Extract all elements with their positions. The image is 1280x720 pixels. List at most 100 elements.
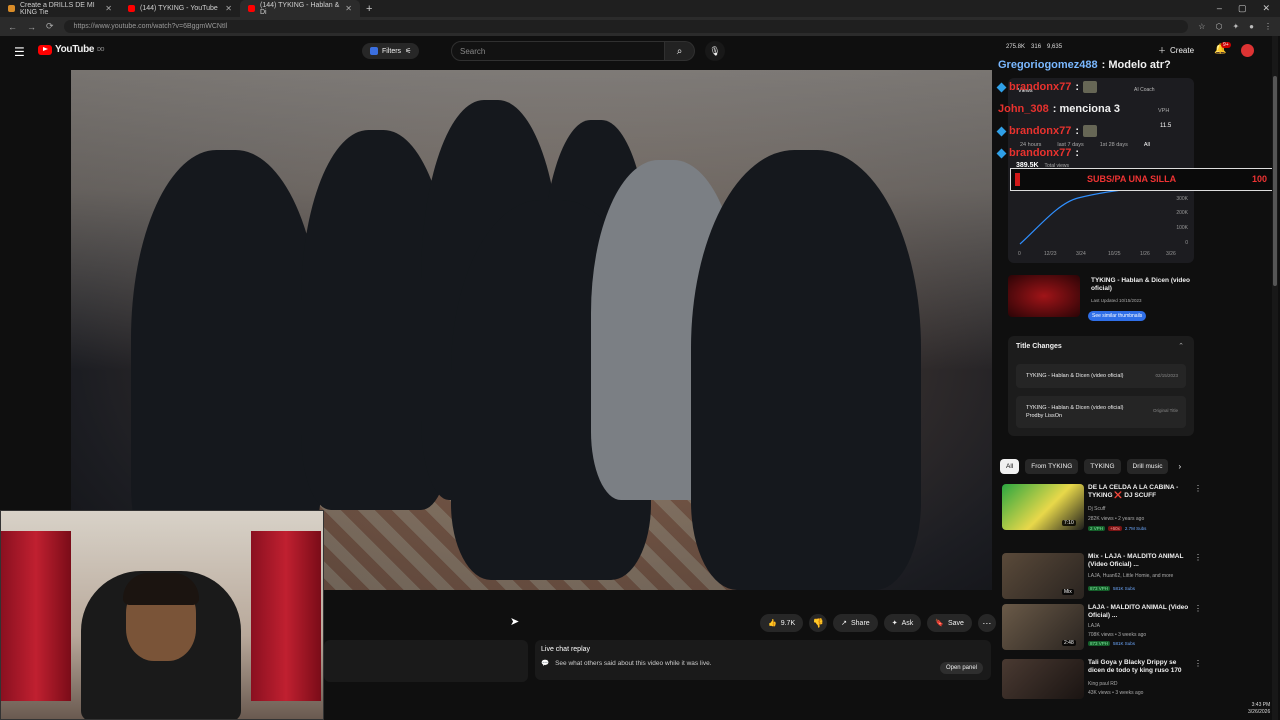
chat-message: brandonx77 : bbox=[996, 76, 1198, 98]
back-icon[interactable]: ← bbox=[8, 22, 17, 32]
page-scrollbar[interactable] bbox=[1272, 36, 1278, 720]
description-box[interactable] bbox=[324, 640, 528, 682]
recommendation-meta: 708K views • 3 weeks ago bbox=[1088, 632, 1147, 638]
subs-progress-fill bbox=[1015, 173, 1021, 186]
youtube-logo[interactable]: YouTube DO bbox=[38, 44, 104, 55]
similar-thumbnails-button[interactable]: See similar thumbnails bbox=[1088, 311, 1147, 321]
ask-button[interactable]: ✦ Ask bbox=[883, 614, 922, 632]
bookmark-icon[interactable]: ☆ bbox=[1198, 22, 1205, 31]
search-icon: ⌕ bbox=[676, 45, 683, 57]
more-options-icon[interactable]: ⋮ bbox=[1194, 659, 1202, 668]
open-panel-button[interactable]: Open panel bbox=[939, 662, 983, 674]
share-button[interactable]: ↗ Share bbox=[833, 614, 878, 632]
puzzle-icon[interactable]: ✦ bbox=[1232, 22, 1239, 31]
youtube-icon bbox=[128, 5, 135, 12]
search-input[interactable]: Search bbox=[451, 41, 665, 61]
sparkle-icon: ✦ bbox=[891, 620, 898, 627]
recommendation-item[interactable]: Mix Mix - LAJA - MALDITO ANIMAL (Video O… bbox=[1002, 553, 1202, 603]
recommendation-meta: 282K views • 2 years ago bbox=[1088, 516, 1145, 522]
video-thumbnail[interactable] bbox=[1008, 275, 1080, 317]
diamond-icon bbox=[996, 82, 1007, 92]
video-figure bbox=[131, 150, 321, 570]
emote-icon bbox=[1083, 81, 1098, 93]
subs-tag: 2.7M Subs bbox=[1124, 526, 1147, 531]
doc-icon bbox=[8, 5, 15, 12]
avatar[interactable] bbox=[1241, 44, 1254, 57]
reload-icon[interactable]: ⟳ bbox=[46, 21, 54, 32]
new-tab-button[interactable]: + bbox=[360, 3, 378, 15]
recommendation-title: Mix - LAJA - MALDITO ANIMAL (Video Ofici… bbox=[1088, 553, 1184, 568]
chat-message: brandonx77 : bbox=[996, 120, 1198, 142]
browser-tab-3[interactable]: (144) TYKING - Hablan & Di ✕ bbox=[240, 0, 360, 17]
video-card: TYKING - Hablan & Dicen (video oficial) … bbox=[1008, 275, 1194, 325]
chip-all[interactable]: All bbox=[1000, 459, 1020, 474]
url-field[interactable]: https://www.youtube.com/watch?v=6BggmWCN… bbox=[63, 20, 1189, 33]
subs-tag: 581K Subs bbox=[1113, 641, 1136, 646]
more-options-icon[interactable]: ⋮ bbox=[1194, 484, 1202, 493]
forward-icon[interactable]: → bbox=[27, 22, 36, 32]
chat-username: John_308 bbox=[998, 103, 1049, 115]
share-icon: ↗ bbox=[841, 620, 847, 627]
recommendation-meta: 43K views • 3 weeks ago bbox=[1088, 690, 1144, 696]
like-button[interactable]: 👍 9.7K bbox=[760, 614, 804, 632]
y-tick: 200K bbox=[1176, 210, 1188, 216]
bookmark-icon: 🔖 bbox=[935, 620, 944, 627]
collapse-icon[interactable]: ⌃ bbox=[1178, 342, 1184, 350]
more-options-icon[interactable]: ⋮ bbox=[1194, 553, 1202, 562]
webcam-curtain bbox=[251, 531, 321, 701]
y-tick: 100K bbox=[1176, 225, 1188, 231]
stat-2: 316 bbox=[1031, 44, 1042, 50]
chat-message: John_308 : menciona 3 bbox=[998, 98, 1198, 120]
logo-country: DO bbox=[97, 46, 105, 53]
extension-icon[interactable]: ⬡ bbox=[1215, 22, 1222, 31]
diamond-icon bbox=[996, 148, 1007, 158]
sliders-icon: ⚟ bbox=[405, 48, 412, 55]
like-count: 9.7K bbox=[780, 619, 796, 627]
notifications-button[interactable]: 🔔 9+ bbox=[1214, 42, 1231, 55]
minimize-button[interactable]: – bbox=[1217, 3, 1222, 14]
close-tab-icon[interactable]: ✕ bbox=[105, 4, 112, 13]
recommendation-title: DE LA CELDA A LA CABINA - TYKING ❌ DJ SC… bbox=[1088, 484, 1179, 499]
recommendation-channel: LAJA, Huan62, Little Homie, and more bbox=[1088, 573, 1174, 579]
vph-tag: 2 VPH bbox=[1088, 526, 1106, 531]
recommendation-item[interactable]: Tali Goya y Blacky Drippy se dicen de to… bbox=[1002, 659, 1202, 699]
save-button[interactable]: 🔖 Save bbox=[927, 614, 972, 632]
logo-text: YouTube bbox=[55, 44, 95, 55]
recommendation-item[interactable]: 2:48 LAJA - MALDITO ANIMAL (Video Oficia… bbox=[1002, 604, 1202, 654]
close-window-button[interactable]: ✕ bbox=[1262, 3, 1270, 14]
voice-search-button[interactable]: 🎙 bbox=[705, 41, 725, 61]
more-options-icon[interactable]: ⋮ bbox=[1194, 604, 1202, 613]
hamburger-menu-icon[interactable]: ☰ bbox=[14, 45, 25, 59]
menu-dots-icon[interactable]: ⋮ bbox=[1264, 22, 1272, 31]
scrollbar-thumb[interactable] bbox=[1273, 76, 1277, 286]
clock-date: 3/26/2026 bbox=[1248, 709, 1271, 715]
system-clock: 3:43 PM 3/26/2026 bbox=[1248, 702, 1270, 716]
chevron-right-icon[interactable]: › bbox=[1178, 462, 1181, 471]
recommendation-thumbnail[interactable] bbox=[1002, 659, 1084, 699]
chip-channel[interactable]: TYKING bbox=[1084, 459, 1121, 474]
recommendation-item[interactable]: 7:10 DE LA CELDA A LA CABINA - TYKING ❌ … bbox=[1002, 484, 1202, 534]
video-actions: 👍 9.7K 👎 ↗ Share ✦ Ask 🔖 Save ⋯ bbox=[760, 614, 996, 632]
browser-tab-1[interactable]: Create a DRILLS DE MI KING Tie ✕ bbox=[0, 0, 120, 17]
chat-username: brandonx77 bbox=[1009, 81, 1072, 93]
header-stats: 275.8K 316 9,635 bbox=[1006, 44, 1062, 50]
chat-message: brandonx77 : bbox=[996, 142, 1198, 164]
title-changes-panel: Title Changes ⌃ TYKING - Hablan & Dicen … bbox=[1008, 336, 1194, 436]
browser-tab-2[interactable]: (144) TYKING - YouTube ✕ bbox=[120, 0, 240, 17]
x-tick: 10/25 bbox=[1108, 251, 1121, 257]
more-actions-button[interactable]: ⋯ bbox=[977, 614, 996, 632]
video-figure bbox=[691, 150, 921, 590]
title-changes-heading: Title Changes bbox=[1016, 343, 1062, 350]
chat-text: : menciona 3 bbox=[1052, 103, 1120, 115]
profile-icon[interactable]: ● bbox=[1249, 22, 1254, 31]
close-tab-icon[interactable]: ✕ bbox=[345, 4, 352, 13]
chip-drill-music[interactable]: Drill music bbox=[1126, 459, 1169, 474]
x-tick: 0 bbox=[1018, 251, 1021, 257]
search-button[interactable]: ⌕ bbox=[665, 41, 695, 61]
maximize-button[interactable]: ▢ bbox=[1238, 3, 1247, 14]
chip-from-channel[interactable]: From TYKING bbox=[1025, 459, 1079, 474]
dislike-button[interactable]: 👎 bbox=[809, 614, 828, 632]
close-tab-icon[interactable]: ✕ bbox=[225, 4, 232, 13]
video-card-date: Last Updated 10/15/2023 bbox=[1091, 298, 1142, 303]
filters-button[interactable]: Filters ⚟ bbox=[362, 43, 420, 59]
